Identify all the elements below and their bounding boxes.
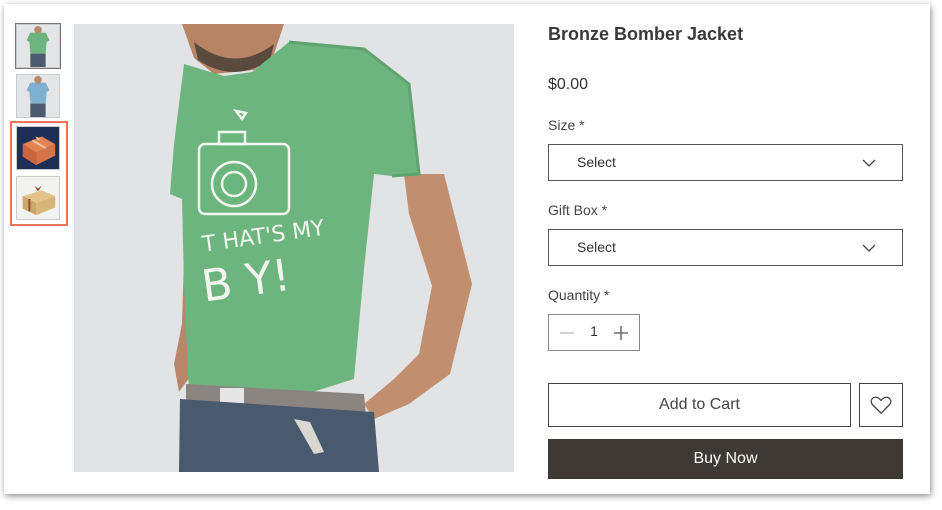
chevron-down-icon [862, 244, 876, 252]
gift-box-label: Gift Box * [548, 202, 608, 218]
product-title: Bronze Bomber Jacket [548, 24, 744, 44]
quantity-label: Quantity * [548, 287, 610, 303]
gift-thumbnails-highlight [10, 121, 68, 226]
size-label: Size * [548, 117, 585, 133]
minus-icon[interactable] [555, 321, 579, 345]
gift-box-dropdown[interactable]: Select [548, 229, 903, 266]
quantity-stepper: 1 [548, 314, 640, 351]
size-dropdown-value: Select [577, 154, 616, 170]
buy-now-button[interactable]: Buy Now [548, 439, 903, 479]
thumbnail-green-tshirt[interactable] [15, 23, 61, 69]
plus-icon[interactable] [609, 321, 633, 345]
green-tshirt-thumbnail-image [17, 25, 59, 67]
chevron-down-icon [862, 159, 876, 167]
size-dropdown[interactable]: Select [548, 144, 903, 181]
heart-icon [870, 396, 892, 415]
main-product-image: T HAT'S MY B Y! [74, 24, 514, 472]
blue-tshirt-thumbnail-image [17, 75, 59, 117]
green-tshirt-photo: T HAT'S MY B Y! [74, 24, 514, 472]
wishlist-button[interactable] [859, 383, 903, 427]
product-price: $0.00 [548, 76, 589, 93]
quantity-input[interactable]: 1 [583, 323, 605, 339]
add-to-cart-button[interactable]: Add to Cart [548, 383, 851, 427]
thumbnail-blue-tshirt[interactable] [16, 74, 60, 118]
gift-box-dropdown-value: Select [577, 239, 616, 255]
